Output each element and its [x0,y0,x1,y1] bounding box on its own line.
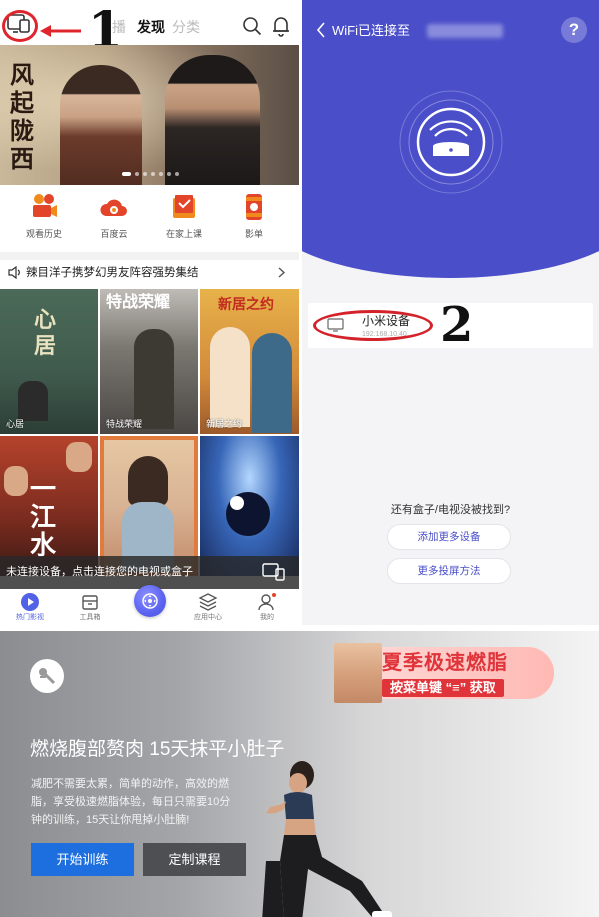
start-training-button[interactable]: 开始训练 [31,843,134,876]
carousel-dots [122,172,179,178]
poster-card[interactable] [200,436,299,576]
bell-icon[interactable] [271,15,291,37]
tab-partial[interactable]: 播 [112,18,126,36]
add-device-button[interactable]: 添加更多设备 [387,524,511,550]
film-camera-icon [33,194,57,217]
wifi-name-redacted [427,24,503,38]
play-icon [21,593,39,611]
top-bar: 1 播 发现 分类 [0,0,299,56]
banner-calligraphy: 风起陇西 [10,60,34,173]
athlete-figure [262,761,392,917]
cast-device-icon [262,563,285,581]
banner-figure-left [60,65,142,185]
back-arrow-icon[interactable] [316,22,326,38]
tab-discover[interactable]: 发现 [137,18,165,36]
notice-bar[interactable]: 辣目洋子携梦幻男友阵容强势集结 [0,262,299,284]
course-description: 减肥不需要太累，简单的动作，高效的燃脂，享受极速燃脂体验，每日只需要10分钟的训… [31,778,231,826]
section-divider [0,252,299,260]
shortcut-baidu-cloud[interactable]: 百度云 [84,188,144,250]
feature-banner[interactable]: 风起陇西 [0,45,299,185]
layers-icon [198,593,218,611]
shortcut-playlist[interactable]: 影单 [224,188,284,250]
more-cast-methods-button[interactable]: 更多投屏方法 [387,558,511,584]
toolbox-icon [82,595,98,610]
step-number-2: 2 [440,297,474,353]
tool-logo [30,659,64,693]
screen-cast-screen: WiFi已连接至 ? 小米设备 192.168.10.40 2 还有盒子/电视没… [302,0,599,625]
book-icon [173,195,195,218]
nav-hot-video[interactable]: 热门影视 [0,589,60,625]
shortcut-row: 观看历史 百度云 在家上课 影单 [0,188,299,250]
help-icon[interactable]: ? [561,17,587,43]
remote-dpad-icon [142,593,158,609]
cloud-icon [100,199,127,216]
poster-card[interactable]: 特战荣耀 特战荣耀 [100,289,198,434]
poster-card[interactable]: 新居之约 新居之约 [200,289,299,434]
promo-photo [334,643,382,703]
nav-mine[interactable]: 我的 [237,589,297,625]
poster-grid: 心居 心居 特战荣耀 特战荣耀 新居之约 新居之约 一江水 [0,289,299,589]
highlight-circle-2 [313,310,433,341]
promo-hint: 按菜单键 “≡” 获取 [382,679,504,697]
remote-control-button[interactable] [134,585,166,617]
banner-figure-right [165,55,260,185]
video-app-screen: 1 播 发现 分类 风起陇西 观看历史 百度云 在家上课 影单 辣目洋子携梦幻男… [0,0,299,625]
wifi-status-title: WiFi已连接至 [332,23,410,38]
user-icon [258,593,276,611]
promo-title: 夏季极速燃脂 [382,652,508,674]
promo-badge[interactable]: 夏季极速燃脂 按菜单键 “≡” 获取 [330,643,554,703]
wrench-icon [39,668,56,685]
unconnected-text: 未连接设备，点击连接您的电视或盒子 [6,566,193,578]
poster-card[interactable] [100,436,198,576]
shortcut-history[interactable]: 观看历史 [14,188,74,250]
speaker-icon [8,266,20,279]
poster-card[interactable]: 一江水 [0,436,98,576]
nav-app-center[interactable]: 应用中心 [178,589,238,625]
not-found-prompt: 还有盒子/电视没被找到? [390,504,511,516]
course-headline: 燃烧腹部赘肉 15天抹平小肚子 [30,739,285,760]
film-reel-icon [246,194,262,220]
poster-card[interactable]: 心居 心居 [0,289,98,434]
notice-text: 辣目洋子携梦幻男友阵容强势集结 [26,267,199,279]
fitness-app-screen: 夏季极速燃脂 按菜单键 “≡” 获取 燃烧腹部赘肉 15天抹平小肚子 减肥不需要… [0,631,599,917]
search-icon[interactable] [242,16,262,36]
chevron-right-icon [278,267,286,278]
pointer-arrow [40,25,81,37]
nav-toolbox[interactable]: 工具箱 [60,589,120,625]
shortcut-home-class[interactable]: 在家上课 [154,188,214,250]
tab-category[interactable]: 分类 [172,18,200,36]
wifi-radar-icon [399,90,503,194]
highlight-circle-1 [2,10,38,42]
